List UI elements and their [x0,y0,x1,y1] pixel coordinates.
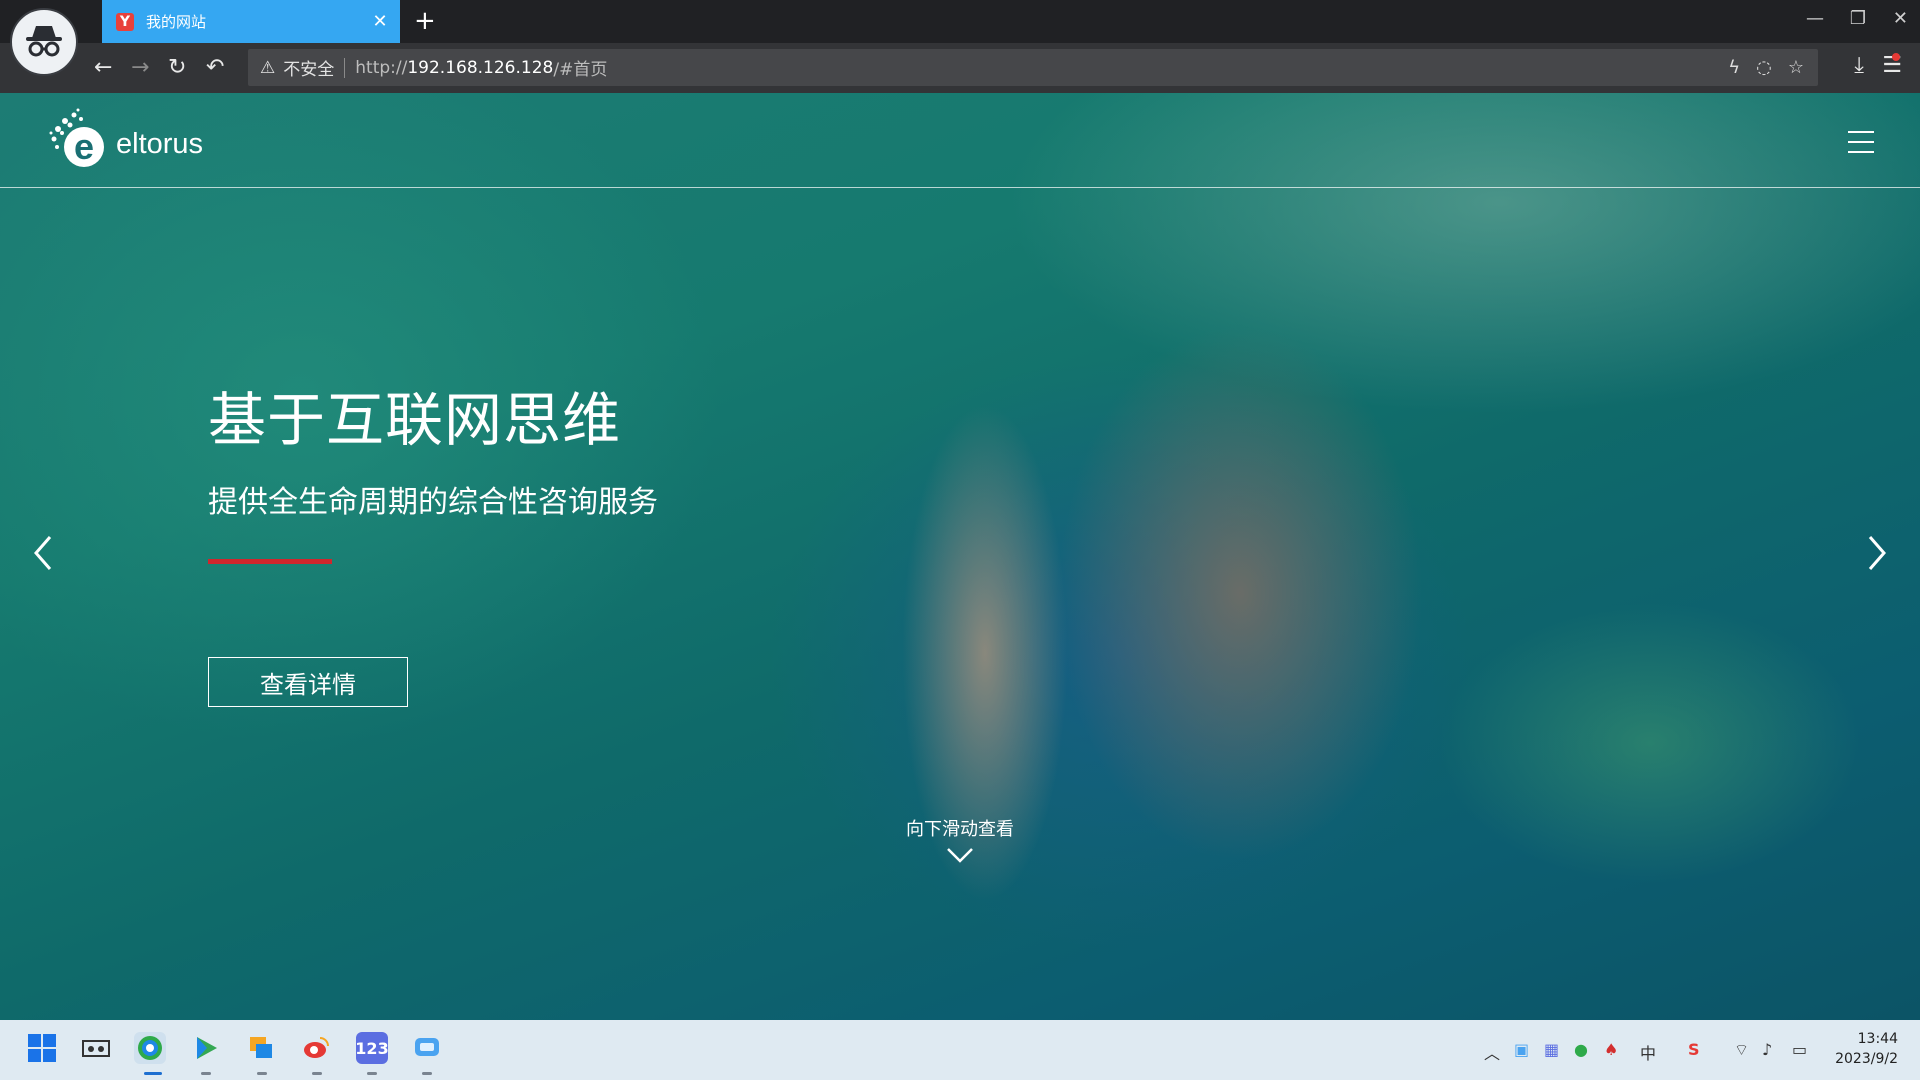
minimize-window-button[interactable]: — [1806,8,1824,29]
site-favicon: Y [116,12,134,31]
undo-close-icon[interactable]: ↶ [206,55,224,80]
logo-text: eltorus [116,127,204,160]
ime-indicator[interactable]: 中 [1640,1040,1656,1064]
app-indicator [367,1072,377,1075]
app-indicator [257,1072,267,1075]
system-clock[interactable]: 13:44 2023/9/2 [1835,1029,1898,1069]
volume-icon[interactable]: ♪ [1762,1040,1772,1059]
address-divider [344,57,346,78]
view-details-button[interactable]: 查看详情 [208,657,408,707]
carousel-prev-icon[interactable] [24,533,64,573]
url-prefix: http:// [355,57,408,78]
scroll-down-hint: 向下滑动查看 [906,819,1014,840]
address-bar[interactable]: ⚠ 不安全 http://192.168.126.128/#首页 ϟ ◌ ☆ [248,49,1818,86]
new-tab-button[interactable]: + [414,6,436,36]
url-host: 192.168.126.128 [407,57,554,78]
sogou-icon[interactable]: S [1688,1040,1700,1059]
bookmark-star-icon[interactable]: ☆ [1788,57,1804,78]
close-tab-icon[interactable]: ✕ [368,11,392,32]
active-app-indicator [144,1072,162,1075]
clock-time: 13:44 [1857,1031,1898,1047]
tray-chat-icon[interactable]: ▣ [1514,1040,1529,1059]
security-label: 不安全 [283,60,335,80]
site-logo[interactable]: e eltorus [48,107,203,169]
logo-mark-icon: e [48,107,110,169]
wifi-icon[interactable]: ⌔ [1734,1040,1749,1060]
media-player-icon[interactable] [190,1032,222,1064]
forward-icon[interactable]: → [131,55,149,80]
tab-my-website[interactable]: Y 我的网站 ✕ [102,0,400,43]
site-header: e eltorus [0,93,1920,188]
notification-dot [1892,53,1900,61]
browser-taskbar-icon[interactable] [134,1032,166,1064]
remote-desktop-icon[interactable] [245,1032,277,1064]
download-icon[interactable]: ⤓ [1854,53,1864,78]
clock-date: 2023/9/2 [1835,1051,1898,1067]
hide-eye-icon[interactable]: ◌ [1756,57,1772,78]
task-view-icon[interactable] [80,1032,112,1064]
show-hidden-icons-icon[interactable]: ︿ [1484,1040,1500,1064]
wechat-icon[interactable]: ● [1574,1040,1588,1059]
hero-headline: 基于互联网思维 [208,386,622,454]
url-path: /#首页 [553,60,608,80]
app-indicator [201,1072,211,1075]
close-window-button[interactable]: ✕ [1893,8,1908,29]
incognito-avatar-icon[interactable] [10,8,78,76]
chat-app-icon[interactable] [411,1032,443,1064]
carousel-next-icon[interactable] [1856,533,1896,573]
tray-calendar-icon[interactable]: ▦ [1544,1040,1559,1059]
warning-icon: ⚠ [260,57,276,78]
app-indicator [312,1072,322,1075]
tab-title: 我的网站 [146,13,207,31]
back-icon[interactable]: ← [94,55,112,80]
calendar-123-icon[interactable]: 123 [355,1032,389,1064]
accent-divider [208,559,332,564]
chevron-down-icon[interactable] [945,845,975,865]
qq-icon[interactable]: ♠ [1604,1040,1618,1059]
taskbar: 123 ︿ ▣ ▦ ● ♠ 中 S ⌔ ♪ ▭ 13:44 2023/9/2 [0,1020,1920,1080]
restore-window-button[interactable]: ❐ [1850,8,1866,29]
windows-start-icon[interactable] [26,1032,58,1064]
hero-subheadline: 提供全生命周期的综合性咨询服务 [208,485,658,520]
hero-banner: e eltorus 基于互联网思维 提供全生命周期的综合性咨询服务 查看详情 向… [0,93,1920,1020]
app-indicator [422,1072,432,1075]
browser-toolbar: ← → ↻ ↶ ⚠ 不安全 http://192.168.126.128/#首页… [0,43,1920,93]
reload-icon[interactable]: ↻ [168,55,186,80]
lightning-icon[interactable]: ϟ [1728,57,1740,78]
battery-icon[interactable]: ▭ [1792,1040,1807,1059]
hamburger-menu-icon[interactable] [1848,131,1874,161]
logo-letter: e [74,126,94,167]
weibo-icon[interactable] [300,1032,332,1064]
browser-tab-strip: Y 我的网站 ✕ + — ❐ ✕ [0,0,1920,43]
